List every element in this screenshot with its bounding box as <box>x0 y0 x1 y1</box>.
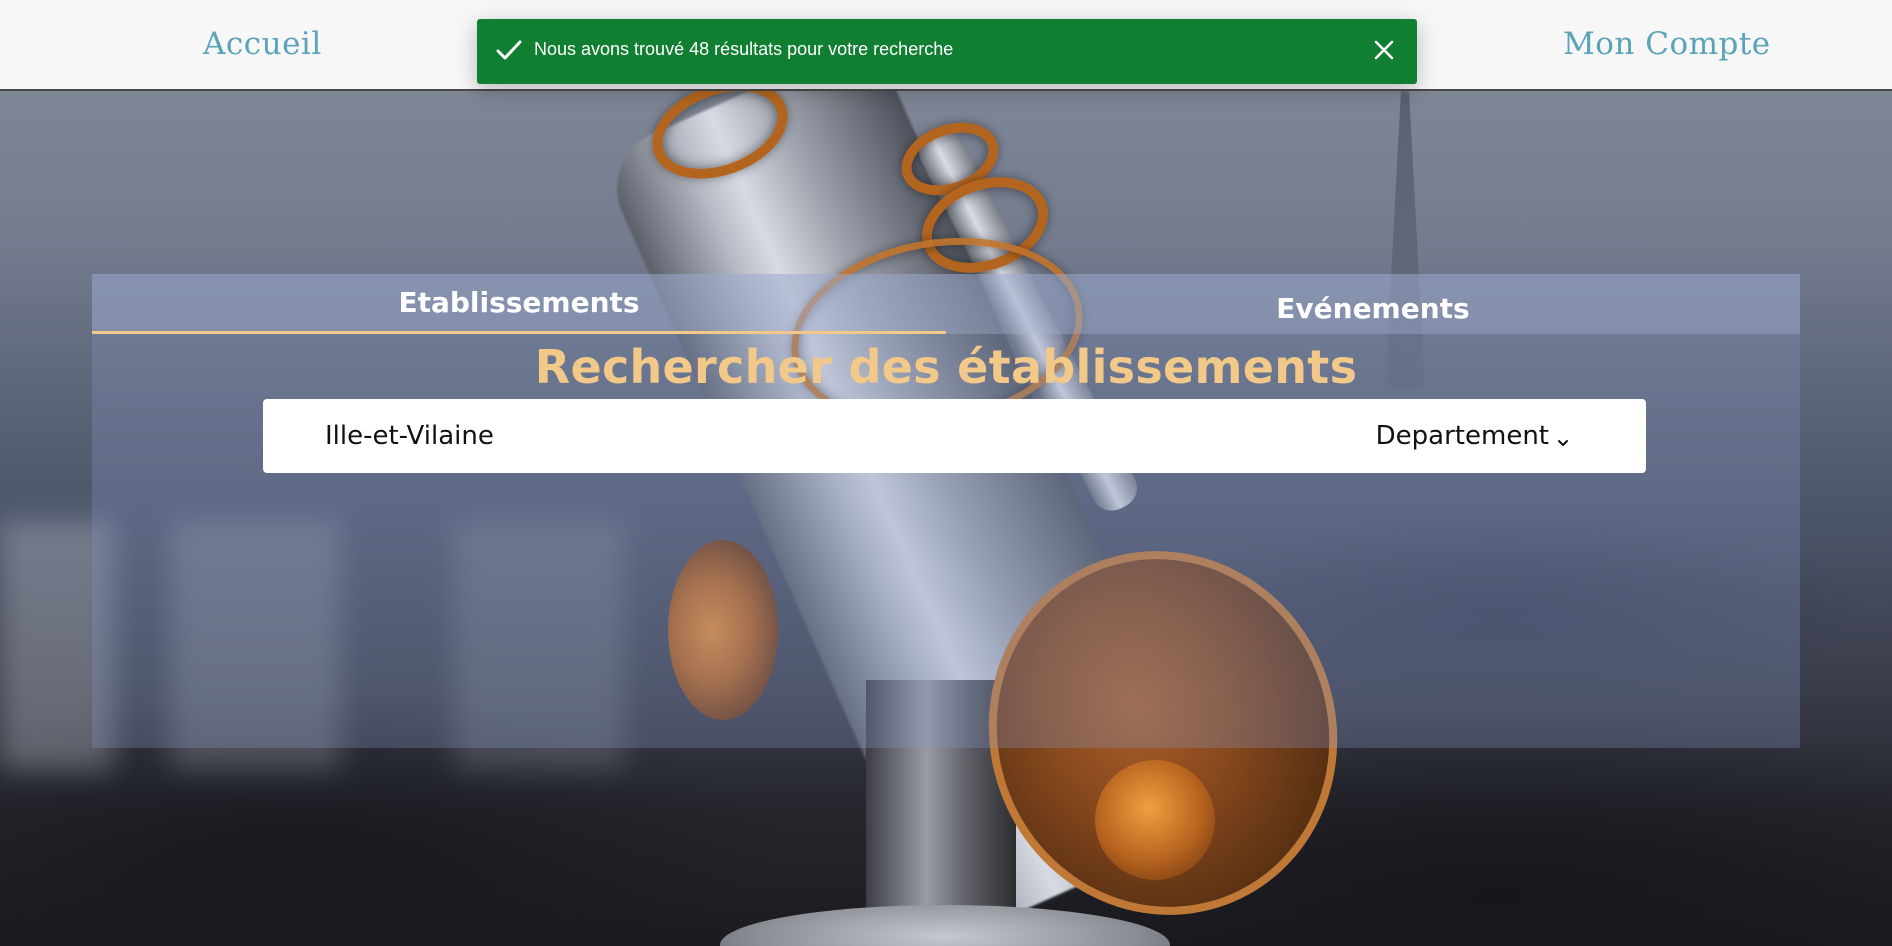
chevron-down-icon <box>1556 427 1570 446</box>
tab-establishments[interactable]: Etablissements <box>92 274 946 334</box>
success-toast: Nous avons trouvé 48 résultats pour votr… <box>477 19 1417 84</box>
telescope-knob <box>1095 760 1215 880</box>
search-title: Rechercher des établissements <box>534 340 1358 394</box>
close-icon[interactable] <box>1367 33 1401 67</box>
filter-select-label: Departement <box>1375 421 1549 451</box>
filter-select[interactable]: Departement <box>1376 399 1570 473</box>
search-input[interactable] <box>325 399 1325 473</box>
check-icon <box>492 33 526 67</box>
search-panel: Etablissements Evénements Rechercher des… <box>92 274 1800 748</box>
nav-link-home[interactable]: Accueil <box>203 26 322 62</box>
search-box: Departement <box>263 399 1646 473</box>
toast-message: Nous avons trouvé 48 résultats pour votr… <box>534 39 954 59</box>
search-tabs: Etablissements Evénements <box>92 274 1800 334</box>
page: Accueil Mon Compte Nous avons trouvé 48 … <box>0 0 1892 946</box>
tab-events[interactable]: Evénements <box>946 274 1800 338</box>
nav-link-account[interactable]: Mon Compte <box>1563 26 1771 62</box>
